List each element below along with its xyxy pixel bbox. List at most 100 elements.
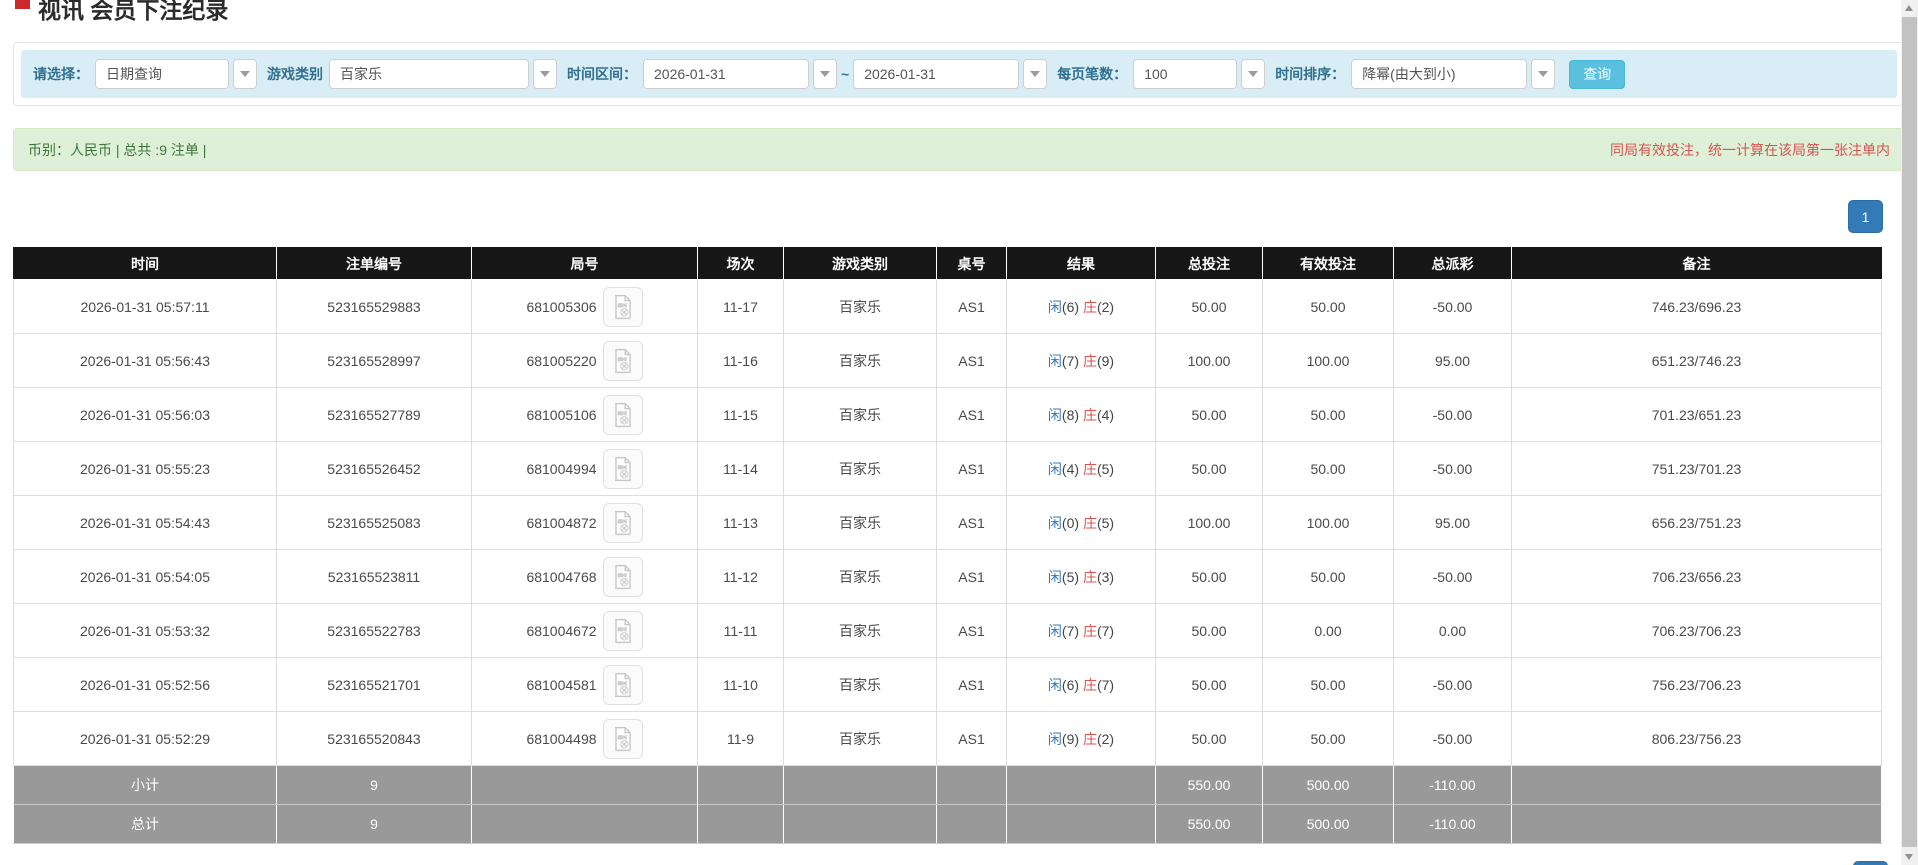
subtotal-total-bet: 550.00 <box>1155 765 1263 805</box>
query-type-select[interactable]: 日期查询 <box>95 59 257 89</box>
cell-note: 706.23/706.23 <box>1511 603 1882 658</box>
grand-total-total-bet: 550.00 <box>1155 804 1263 844</box>
cell-time: 2026-01-31 05:56:43 <box>13 333 277 388</box>
cell-bet-id: 523165525083 <box>276 495 472 550</box>
video-file-icon <box>614 402 631 427</box>
result-player-label: 闲 <box>1047 622 1062 639</box>
scrollbar-thumb[interactable] <box>1902 17 1917 847</box>
cell-session: 11-12 <box>697 549 784 604</box>
cell-session: 11-13 <box>697 495 784 550</box>
result-banker-label: 庄 <box>1082 676 1097 693</box>
time-range-label: 时间区间： <box>567 66 637 82</box>
result-player-label: 闲 <box>1047 514 1062 531</box>
scroll-down-arrow-icon[interactable] <box>1905 854 1913 860</box>
cell-time: 2026-01-31 05:52:56 <box>13 657 277 712</box>
result-player-label: 闲 <box>1047 460 1062 477</box>
date-from-value: 2026-01-31 <box>643 59 809 89</box>
cell-round: 681005220 <box>471 333 698 388</box>
table-row: 2026-01-31 05:56:03 523165527789 6810051… <box>13 387 1882 442</box>
video-playback-button[interactable] <box>602 502 643 543</box>
cell-session: 11-11 <box>697 603 784 658</box>
cell-payout: 95.00 <box>1393 333 1512 388</box>
game-type-select[interactable]: 百家乐 <box>329 59 557 89</box>
video-file-icon <box>614 564 631 589</box>
per-page-select[interactable]: 100 <box>1133 59 1266 89</box>
video-playback-button[interactable] <box>602 718 643 759</box>
vertical-scrollbar[interactable] <box>1901 0 1918 865</box>
date-from-select[interactable]: 2026-01-31 <box>643 59 837 89</box>
result-banker-label: 庄 <box>1082 514 1097 531</box>
scroll-up-arrow-icon[interactable] <box>1905 5 1913 11</box>
date-to-select[interactable]: 2026-01-31 <box>853 59 1048 89</box>
cell-total-bet[interactable]: 50.00 <box>1155 603 1263 658</box>
result-banker-value: (7) <box>1096 622 1115 639</box>
filter-panel: 请选择： 日期查询 游戏类别 百家乐 时间区间： 2026-01-31 ~ 20… <box>13 42 1905 106</box>
video-file-icon <box>614 456 631 481</box>
table-row: 2026-01-31 05:53:32 523165522783 6810046… <box>13 603 1882 658</box>
cell-total-bet[interactable]: 100.00 <box>1155 495 1263 550</box>
date-from-caret-button[interactable] <box>813 59 837 89</box>
cell-round: 681004768 <box>471 549 698 604</box>
cell-result: 闲(5) 庄(3) <box>1006 549 1156 604</box>
cell-game: 百家乐 <box>783 279 937 334</box>
video-playback-button[interactable] <box>602 394 643 435</box>
game-type-value: 百家乐 <box>329 59 529 89</box>
video-playback-button[interactable] <box>602 340 643 381</box>
logo-red-chip <box>15 0 30 9</box>
cell-result: 闲(4) 庄(5) <box>1006 441 1156 496</box>
cell-total-bet[interactable]: 100.00 <box>1155 333 1263 388</box>
cell-total-bet[interactable]: 50.00 <box>1155 279 1263 334</box>
col-header-time: 时间 <box>13 247 277 280</box>
time-sort-caret-button[interactable] <box>1531 59 1556 89</box>
cell-game: 百家乐 <box>783 549 937 604</box>
query-type-caret-button[interactable] <box>233 59 257 89</box>
time-sort-value: 降幂(由大到小) <box>1351 59 1528 89</box>
video-file-icon <box>614 348 631 373</box>
chevron-down-icon <box>240 71 250 77</box>
subtotal-label: 小计 <box>13 765 277 805</box>
query-button[interactable]: 查询 <box>1569 59 1626 89</box>
result-player-label: 闲 <box>1047 298 1062 315</box>
cell-total-bet[interactable]: 50.00 <box>1155 387 1263 442</box>
cell-session: 11-10 <box>697 657 784 712</box>
video-playback-button[interactable] <box>602 286 643 327</box>
cell-valid-bet: 100.00 <box>1262 333 1394 388</box>
cell-result: 闲(6) 庄(7) <box>1006 657 1156 712</box>
pagination-page-1-top[interactable]: 1 <box>1848 200 1883 233</box>
time-sort-select[interactable]: 降幂(由大到小) <box>1351 59 1556 89</box>
result-banker-value: (2) <box>1096 298 1115 315</box>
cell-bet-id: 523165528997 <box>276 333 472 388</box>
result-banker-value: (7) <box>1096 676 1115 693</box>
video-playback-button[interactable] <box>602 664 643 705</box>
pagination-page-1-bottom[interactable] <box>1853 861 1888 865</box>
chevron-down-icon <box>1248 71 1259 77</box>
date-to-caret-button[interactable] <box>1023 59 1048 89</box>
cell-table-no: AS1 <box>936 333 1007 388</box>
cell-total-bet[interactable]: 50.00 <box>1155 549 1263 604</box>
per-page-caret-button[interactable] <box>1241 59 1266 89</box>
cell-game: 百家乐 <box>783 495 937 550</box>
video-playback-button[interactable] <box>602 448 643 489</box>
col-header-game: 游戏类别 <box>783 247 937 280</box>
subtotal-valid-bet: 500.00 <box>1262 765 1394 805</box>
cell-total-bet[interactable]: 50.00 <box>1155 441 1263 496</box>
summary-currency-count: 币别：人民币 | 总共 :9 注单 | <box>28 141 207 158</box>
video-playback-button[interactable] <box>602 610 643 651</box>
result-banker-value: (4) <box>1096 406 1115 423</box>
cell-bet-id: 523165523811 <box>276 549 472 604</box>
cell-session: 11-9 <box>697 711 784 766</box>
cell-bet-id: 523165529883 <box>276 279 472 334</box>
cell-round: 681004581 <box>471 657 698 712</box>
cell-session: 11-17 <box>697 279 784 334</box>
video-playback-button[interactable] <box>602 556 643 597</box>
result-banker-label: 庄 <box>1082 460 1097 477</box>
summary-bar: 币别：人民币 | 总共 :9 注单 | 同局有效投注，统一计算在该局第一张注单内 <box>13 128 1905 171</box>
game-type-caret-button[interactable] <box>533 59 557 89</box>
round-number: 681005220 <box>526 352 597 369</box>
cell-total-bet[interactable]: 50.00 <box>1155 657 1263 712</box>
cell-note: 701.23/651.23 <box>1511 387 1882 442</box>
cell-total-bet[interactable]: 50.00 <box>1155 711 1263 766</box>
video-file-icon <box>614 510 631 535</box>
cell-valid-bet: 50.00 <box>1262 549 1394 604</box>
cell-note: 756.23/706.23 <box>1511 657 1882 712</box>
